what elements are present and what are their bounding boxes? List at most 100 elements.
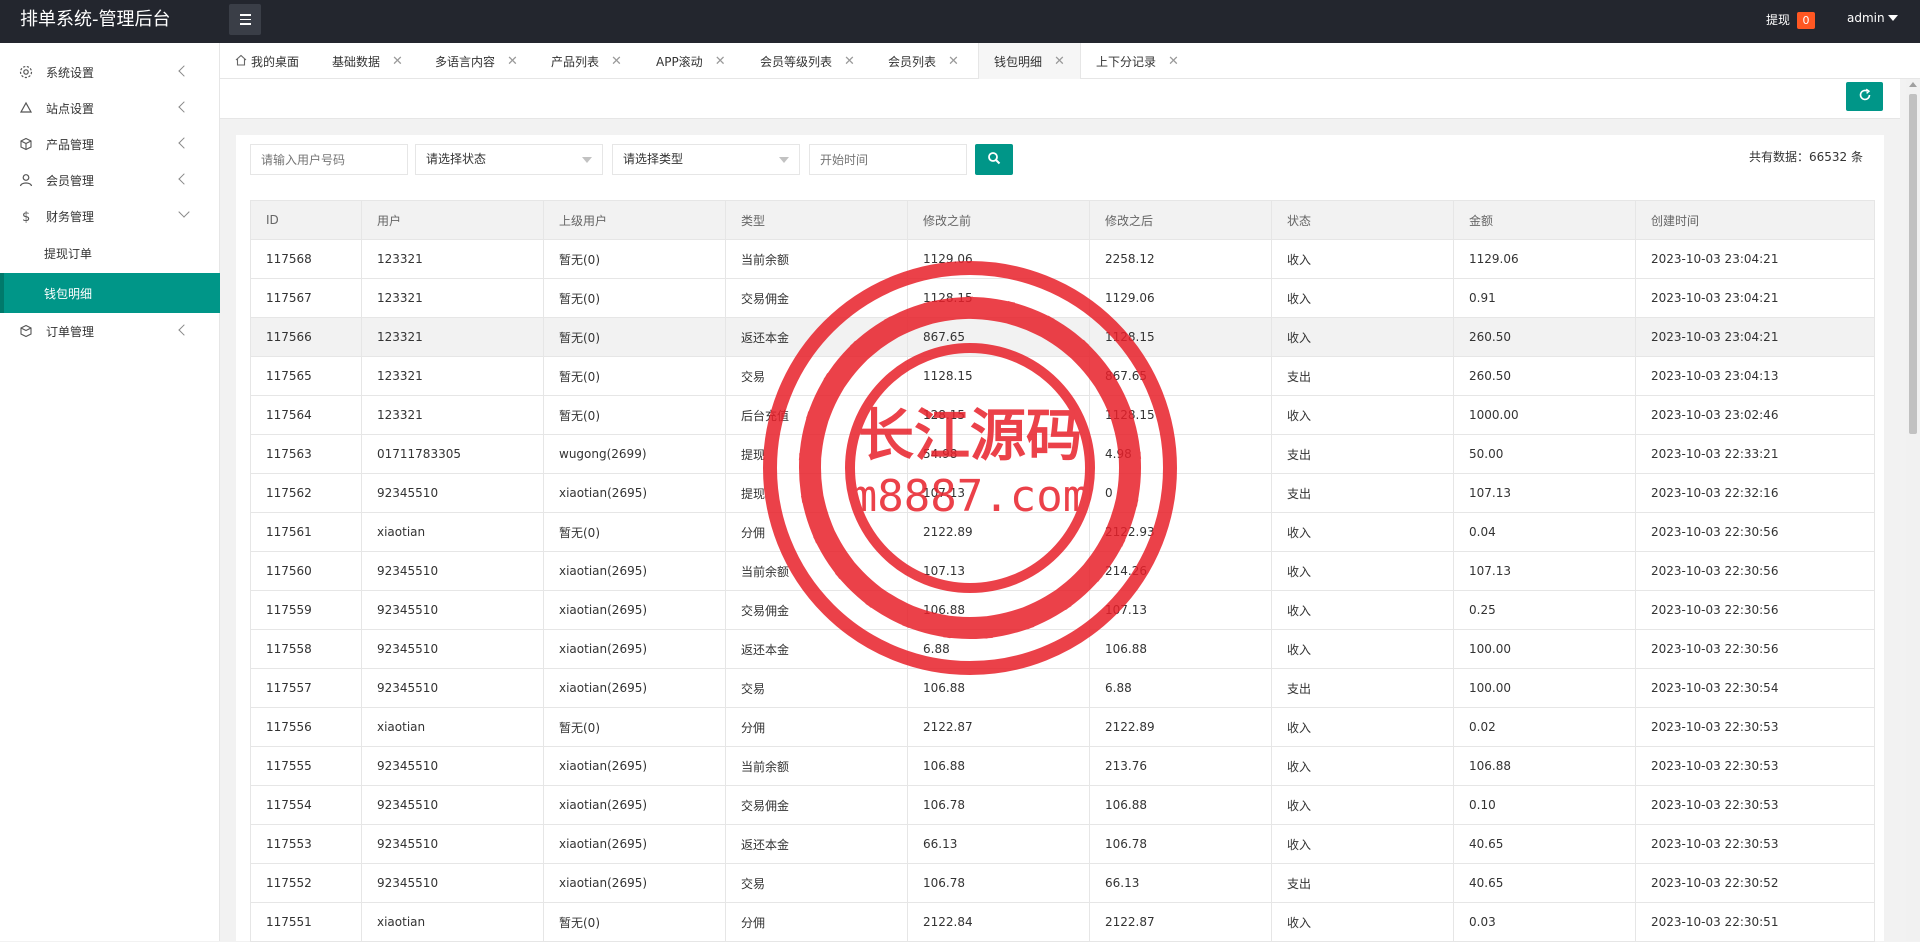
tab-label: 我的桌面 xyxy=(251,54,300,69)
table-cell: 暂无(0) xyxy=(543,512,726,552)
close-icon[interactable]: ✕ xyxy=(715,54,726,69)
table-cell: 0.10 xyxy=(1453,785,1636,825)
table-cell: 提现 xyxy=(725,473,908,513)
hamburger-icon-line xyxy=(239,23,251,25)
tab-points-record[interactable]: 上下分记录 ✕ xyxy=(1096,43,1179,79)
table-cell: 92345510 xyxy=(361,590,544,630)
table-cell: 收入 xyxy=(1271,395,1454,435)
table-row: 117558 92345510 xiaotian(2695) 返还本金 6.88 106.… xyxy=(250,629,1875,669)
dollar-icon: $ xyxy=(19,209,33,223)
sidebar-item-order-management[interactable]: 订单管理 xyxy=(0,313,220,349)
status-select-value: 请选择状态 xyxy=(426,152,487,166)
table-cell: 2023-10-03 23:04:13 xyxy=(1635,356,1875,396)
table-cell: 2023-10-03 23:02:46 xyxy=(1635,395,1875,435)
close-icon[interactable]: ✕ xyxy=(844,54,855,69)
sidebar-subitem-wallet-details[interactable]: 钱包明细 xyxy=(0,273,220,313)
table-cell: 暂无(0) xyxy=(543,356,726,396)
vertical-scrollbar[interactable] xyxy=(1906,79,1920,941)
sidebar-subitem-withdraw-orders[interactable]: 提现订单 xyxy=(0,233,220,273)
table-cell: 123321 xyxy=(361,278,544,318)
table-cell: 106.78 xyxy=(1089,824,1272,864)
table-cell: 收入 xyxy=(1271,746,1454,786)
user-number-input[interactable] xyxy=(250,144,408,175)
search-button[interactable] xyxy=(975,144,1013,175)
user-menu[interactable]: admin xyxy=(1847,11,1885,25)
scroll-up-arrow-icon[interactable] xyxy=(1909,82,1917,87)
chevron-left-icon xyxy=(178,65,190,77)
table-header-row: ID 用户 上级用户 类型 修改之前 修改之后 状态 金额 创建时间 xyxy=(250,200,1875,240)
tab-multilang-content[interactable]: 多语言内容 ✕ xyxy=(435,43,518,79)
table-cell: 107.13 xyxy=(1453,551,1636,591)
close-icon[interactable]: ✕ xyxy=(948,54,959,69)
table-cell: 提现 xyxy=(725,434,908,474)
table-cell: 2023-10-03 23:04:21 xyxy=(1635,239,1875,279)
box-icon xyxy=(19,137,33,151)
status-select[interactable]: 请选择状态 xyxy=(415,144,603,175)
close-icon[interactable]: ✕ xyxy=(392,54,403,69)
sidebar-item-finance-management[interactable]: $ 财务管理 xyxy=(0,198,220,234)
table-cell: 123321 xyxy=(361,317,544,357)
withdraw-link[interactable]: 提现 xyxy=(1766,11,1790,28)
close-icon[interactable]: ✕ xyxy=(1168,54,1179,69)
table-cell: 117556 xyxy=(250,707,362,747)
tab-member-list[interactable]: 会员列表 ✕ xyxy=(888,43,959,79)
tab-bar: 我的桌面 基础数据 ✕ 多语言内容 ✕ 产品列表 ✕ APP滚动 ✕ 会员等级列表 ✕ 会… xyxy=(220,43,1920,80)
table-cell: 返还本金 xyxy=(725,824,908,864)
table-cell: 0.03 xyxy=(1453,902,1636,942)
table-cell: xiaotian(2695) xyxy=(543,746,726,786)
sidebar-item-member-management[interactable]: 会员管理 xyxy=(0,162,220,198)
column-header: 用户 xyxy=(361,200,544,240)
table-row: 117567 123321 暂无(0) 交易佣金 1128.15 1129.06 收入 0.9… xyxy=(250,278,1875,318)
sidebar-item-site-settings[interactable]: 站点设置 xyxy=(0,90,220,126)
table-cell: 40.65 xyxy=(1453,824,1636,864)
table-cell: 2122.87 xyxy=(907,707,1090,747)
menu-toggle-button[interactable] xyxy=(229,4,261,35)
table-cell: 后台充值 xyxy=(725,395,908,435)
table-cell: 交易佣金 xyxy=(725,590,908,630)
table-cell: 92345510 xyxy=(361,473,544,513)
tab-wallet-details[interactable]: 钱包明细 ✕ xyxy=(978,43,1081,80)
tab-app-scroll[interactable]: APP滚动 ✕ xyxy=(656,43,726,79)
table-cell: xiaotian(2695) xyxy=(543,629,726,669)
close-icon[interactable]: ✕ xyxy=(611,54,622,69)
tab-label: 钱包明细 xyxy=(994,55,1043,69)
table-row: 117566 123321 暂无(0) 返还本金 867.65 1128.15 收入 260.… xyxy=(250,317,1875,357)
table-cell: 117557 xyxy=(250,668,362,708)
table-cell: 867.65 xyxy=(1089,356,1272,396)
scrollbar-thumb[interactable] xyxy=(1909,94,1917,434)
start-time-input[interactable] xyxy=(809,144,967,175)
table-cell: 0.02 xyxy=(1453,707,1636,747)
column-header: 状态 xyxy=(1271,200,1454,240)
table-body: 117568 123321 暂无(0) 当前余额 1129.06 2258.12 收入 112… xyxy=(250,239,1875,942)
column-header: 金额 xyxy=(1453,200,1636,240)
table-cell: 2258.12 xyxy=(1089,239,1272,279)
table-cell: 54.98 xyxy=(907,434,1090,474)
table-cell: 117555 xyxy=(250,746,362,786)
caret-down-icon[interactable] xyxy=(1888,15,1898,21)
sidebar-item-system-settings[interactable]: 系统设置 xyxy=(0,54,220,90)
type-select[interactable]: 请选择类型 xyxy=(612,144,800,175)
table-cell: 92345510 xyxy=(361,863,544,903)
tab-basic-data[interactable]: 基础数据 ✕ xyxy=(332,43,403,79)
table-cell: 2023-10-03 22:33:21 xyxy=(1635,434,1875,474)
table-cell: 收入 xyxy=(1271,590,1454,630)
table-cell: 2023-10-03 23:04:21 xyxy=(1635,278,1875,318)
table-cell: 1128.15 xyxy=(1089,395,1272,435)
chevron-left-icon xyxy=(178,101,190,113)
table-cell: 返还本金 xyxy=(725,629,908,669)
table-cell: 106.88 xyxy=(907,590,1090,630)
sidebar-item-label: 系统设置 xyxy=(46,65,95,80)
tab-member-level-list[interactable]: 会员等级列表 ✕ xyxy=(760,43,855,79)
close-icon[interactable]: ✕ xyxy=(1054,54,1065,69)
sidebar-item-product-management[interactable]: 产品管理 xyxy=(0,126,220,162)
table-cell: 92345510 xyxy=(361,668,544,708)
refresh-icon xyxy=(1858,87,1872,106)
table-cell: 117566 xyxy=(250,317,362,357)
table-cell: 128.15 xyxy=(907,395,1090,435)
tab-my-desktop[interactable]: 我的桌面 xyxy=(235,43,299,79)
refresh-button[interactable] xyxy=(1846,82,1883,111)
close-icon[interactable]: ✕ xyxy=(507,54,518,69)
table-row: 117554 92345510 xiaotian(2695) 交易佣金 106.78 10… xyxy=(250,785,1875,825)
tab-product-list[interactable]: 产品列表 ✕ xyxy=(551,43,622,79)
table-cell: 1129.06 xyxy=(1089,278,1272,318)
